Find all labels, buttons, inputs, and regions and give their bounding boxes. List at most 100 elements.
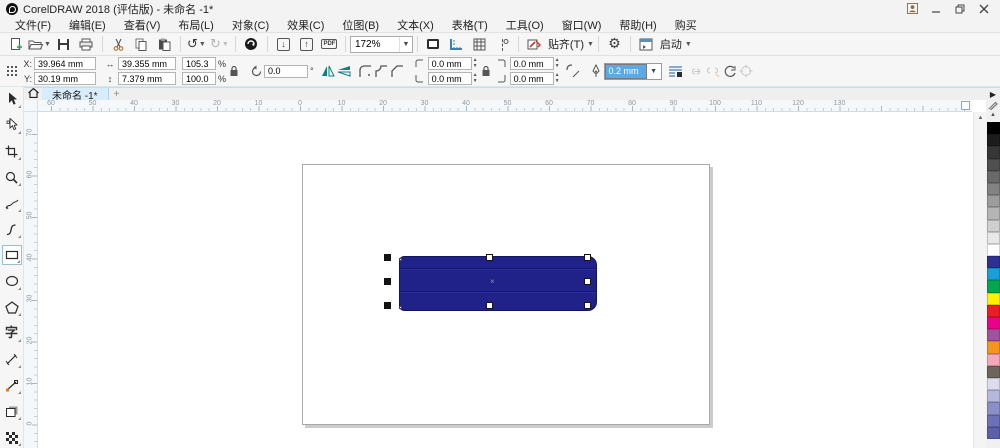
selection-handle-middle-left[interactable] bbox=[384, 278, 391, 285]
drawing-canvas[interactable]: × bbox=[38, 112, 973, 448]
corner-tl-input[interactable] bbox=[427, 57, 472, 70]
y-position-input[interactable] bbox=[34, 72, 96, 85]
pick-tool[interactable] bbox=[2, 89, 22, 109]
redo-dropdown-icon[interactable]: ▼ bbox=[222, 41, 229, 48]
show-grid-button[interactable] bbox=[469, 34, 490, 54]
cut-button[interactable] bbox=[108, 34, 129, 54]
drop-shadow-tool[interactable] bbox=[2, 401, 22, 421]
color-swatch-11[interactable] bbox=[986, 256, 1000, 269]
fillet-chamfer-icon[interactable] bbox=[566, 64, 582, 78]
selection-handle-bottom-left[interactable] bbox=[384, 302, 391, 309]
restore-button[interactable] bbox=[948, 1, 972, 16]
crop-tool[interactable] bbox=[2, 141, 22, 161]
freehand-tool[interactable] bbox=[2, 193, 22, 213]
color-swatch-12[interactable] bbox=[986, 268, 1000, 281]
color-swatch-8[interactable] bbox=[986, 219, 1000, 232]
ellipse-tool[interactable] bbox=[2, 271, 22, 291]
bspline-tool[interactable] bbox=[2, 219, 22, 239]
corner-bl-input[interactable] bbox=[427, 72, 472, 85]
corner-lock-icon[interactable] bbox=[478, 65, 494, 77]
account-icon[interactable] bbox=[900, 1, 924, 16]
selection-center-marker[interactable]: × bbox=[490, 277, 495, 286]
color-swatch-4[interactable] bbox=[986, 170, 1000, 183]
zoom-tool[interactable] bbox=[2, 167, 22, 187]
undo-button[interactable]: ↺ ▼ bbox=[186, 34, 207, 54]
search-content-button[interactable] bbox=[241, 34, 262, 54]
selected-rectangle-object[interactable] bbox=[399, 256, 597, 311]
color-swatch-16[interactable] bbox=[986, 317, 1000, 330]
polygon-tool[interactable] bbox=[2, 297, 22, 317]
menu-item-2[interactable]: 查看(V) bbox=[115, 17, 170, 33]
color-swatch-22[interactable] bbox=[986, 390, 1000, 403]
launch-label[interactable]: 启动 bbox=[660, 36, 682, 52]
menu-item-0[interactable]: 文件(F) bbox=[6, 17, 60, 33]
x-position-input[interactable] bbox=[34, 57, 96, 70]
color-swatch-23[interactable] bbox=[986, 402, 1000, 415]
corner-tr-input[interactable] bbox=[509, 57, 554, 70]
object-height-input[interactable] bbox=[118, 72, 176, 85]
publish-pdf-button[interactable]: PDF bbox=[319, 34, 340, 54]
wrap-text-button[interactable] bbox=[668, 65, 684, 78]
open-button[interactable]: ▼ bbox=[28, 34, 51, 54]
round-corner-button[interactable] bbox=[358, 64, 374, 79]
menu-item-1[interactable]: 编辑(E) bbox=[60, 17, 115, 33]
color-swatch-17[interactable] bbox=[986, 329, 1000, 342]
menu-item-12[interactable]: 购买 bbox=[666, 17, 706, 33]
color-swatch-21[interactable] bbox=[986, 377, 1000, 391]
scale-v-input[interactable] bbox=[182, 72, 216, 85]
transparency-tool[interactable] bbox=[2, 427, 22, 447]
convert-to-curves-button[interactable] bbox=[722, 65, 738, 78]
selection-handle-middle-right[interactable] bbox=[584, 278, 591, 285]
open-dropdown-icon[interactable]: ▼ bbox=[44, 41, 51, 48]
selection-handle-top-right[interactable] bbox=[584, 254, 591, 261]
corner-node[interactable] bbox=[399, 258, 402, 261]
options-gear-button[interactable]: ⚙ bbox=[604, 34, 625, 54]
minimize-button[interactable] bbox=[924, 1, 948, 16]
menu-item-10[interactable]: 窗口(W) bbox=[553, 17, 611, 33]
mirror-vertical-button[interactable] bbox=[336, 65, 352, 77]
color-swatch-19[interactable] bbox=[986, 353, 1000, 366]
color-swatch-15[interactable] bbox=[986, 304, 1000, 317]
chamfered-corner-button[interactable] bbox=[390, 64, 406, 79]
snap-dropdown-icon[interactable]: ▼ bbox=[587, 41, 594, 48]
menu-item-6[interactable]: 位图(B) bbox=[333, 17, 388, 33]
color-swatch-5[interactable] bbox=[986, 182, 1000, 196]
show-guidelines-button[interactable] bbox=[492, 34, 513, 54]
object-width-input[interactable] bbox=[118, 57, 176, 70]
color-swatch-14[interactable] bbox=[986, 292, 1000, 305]
fullscreen-preview-button[interactable] bbox=[423, 34, 444, 54]
snap-off-icon[interactable] bbox=[524, 34, 545, 54]
palette-scroll-up-icon[interactable]: ▲ bbox=[990, 112, 996, 122]
paste-button[interactable] bbox=[154, 34, 175, 54]
menu-item-3[interactable]: 布局(L) bbox=[169, 17, 222, 33]
ruler-vertical[interactable]: 70 60 50 40 30 20 10 0 bbox=[24, 112, 38, 448]
menu-item-9[interactable]: 工具(O) bbox=[497, 17, 553, 33]
zoom-level-combo[interactable]: ▼ bbox=[349, 35, 413, 53]
undo-dropdown-icon[interactable]: ▼ bbox=[199, 41, 206, 48]
dimension-tool[interactable] bbox=[2, 349, 22, 369]
ruler-origin-box[interactable] bbox=[24, 100, 38, 112]
color-swatch-6[interactable] bbox=[986, 195, 1000, 208]
export-button[interactable]: ↑ bbox=[296, 34, 317, 54]
color-swatch-7[interactable] bbox=[986, 207, 1000, 220]
menu-item-5[interactable]: 效果(C) bbox=[278, 17, 333, 33]
outline-width-dropdown-icon[interactable]: ▼ bbox=[647, 68, 661, 75]
shape-tool[interactable] bbox=[2, 115, 22, 135]
menu-item-8[interactable]: 表格(T) bbox=[443, 17, 497, 33]
selection-handle-bottom-center[interactable] bbox=[486, 302, 493, 309]
zoom-level-input[interactable] bbox=[350, 36, 399, 52]
launch-dropdown-icon[interactable]: ▼ bbox=[685, 41, 692, 48]
corner-node[interactable] bbox=[399, 306, 402, 309]
color-swatch-13[interactable] bbox=[986, 280, 1000, 293]
new-document-button[interactable] bbox=[5, 34, 26, 54]
rectangle-tool[interactable] bbox=[1, 245, 22, 265]
save-button[interactable] bbox=[53, 34, 74, 54]
unlink-button[interactable] bbox=[706, 65, 722, 77]
color-swatch-1[interactable] bbox=[986, 134, 1000, 147]
print-button[interactable] bbox=[76, 34, 97, 54]
connector-tool[interactable] bbox=[2, 375, 22, 395]
copy-button[interactable] bbox=[131, 34, 152, 54]
palette-pen-icon[interactable] bbox=[988, 100, 998, 112]
lock-ratio-icon[interactable] bbox=[226, 65, 242, 77]
color-swatch-25[interactable] bbox=[986, 426, 1000, 439]
